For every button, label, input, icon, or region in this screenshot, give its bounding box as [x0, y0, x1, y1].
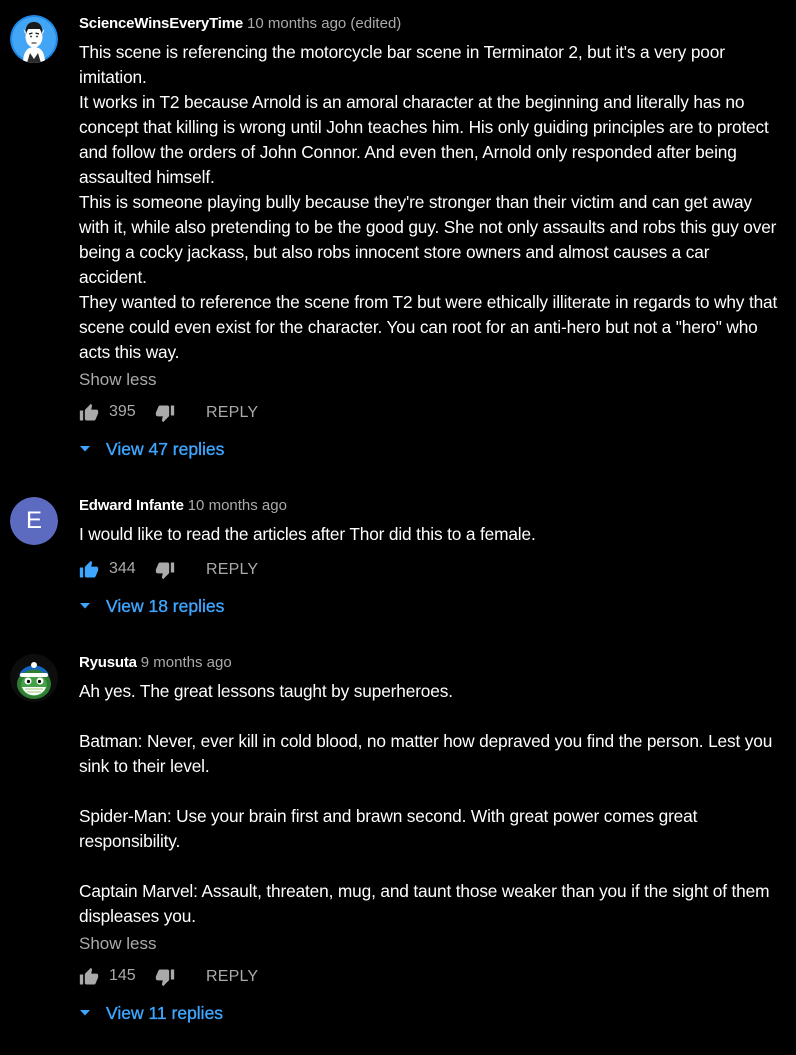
- comment-header: ScienceWinsEveryTime 10 months ago (edite…: [79, 13, 779, 35]
- comment-text: Ah yes. The great lessons taught by supe…: [79, 679, 779, 929]
- comment-timestamp[interactable]: 9 months ago: [141, 654, 232, 671]
- comment-actions: 344 REPLY: [79, 558, 779, 584]
- reply-button[interactable]: REPLY: [206, 402, 258, 424]
- view-replies-button[interactable]: View 18 replies: [79, 593, 779, 619]
- view-replies-button[interactable]: View 47 replies: [79, 436, 779, 462]
- comment-body: ScienceWinsEveryTime 10 months ago (edite…: [79, 13, 779, 462]
- thumbs-down-icon[interactable]: [155, 560, 175, 580]
- caret-down-icon: [80, 446, 90, 452]
- thumbs-up-icon[interactable]: [79, 967, 99, 987]
- like-count: 145: [109, 967, 136, 984]
- comment-body: Ryusuta 9 months ago Ah yes. The great le…: [79, 652, 779, 1026]
- comment-paragraph: This is someone playing bully because th…: [79, 192, 777, 287]
- thumbs-down-icon[interactable]: [155, 403, 175, 423]
- thumbs-up-icon[interactable]: [79, 403, 99, 423]
- reply-button[interactable]: REPLY: [206, 966, 258, 988]
- comment-header: Ryusuta 9 months ago: [79, 652, 779, 674]
- avatar[interactable]: E: [10, 497, 58, 545]
- like-count: 344: [109, 560, 136, 577]
- avatar[interactable]: [10, 15, 58, 63]
- reply-button[interactable]: REPLY: [206, 559, 258, 581]
- comment-timestamp[interactable]: 10 months ago: [188, 497, 287, 514]
- comment-actions: 395 REPLY: [79, 401, 779, 427]
- view-replies-button[interactable]: View 11 replies: [79, 1000, 779, 1026]
- comment-timestamp[interactable]: 10 months ago (edited): [247, 15, 401, 32]
- view-replies-label: View 18 replies: [106, 596, 225, 616]
- avatar-letter: E: [25, 507, 42, 534]
- like-count: 395: [109, 403, 136, 420]
- caret-down-icon: [80, 1010, 90, 1016]
- grinning-mascot-avatar-icon: [10, 654, 58, 702]
- comment-paragraph: They wanted to reference the scene from …: [79, 292, 778, 362]
- comment-paragraph: This scene is referencing the motorcycle…: [79, 42, 725, 87]
- thumbs-down-icon[interactable]: [155, 967, 175, 987]
- show-less-button[interactable]: Show less: [79, 931, 779, 956]
- comment-text: I would like to read the articles after …: [79, 522, 779, 547]
- comment-header: Edward Infante 10 months ago: [79, 495, 779, 517]
- caret-down-icon: [80, 603, 90, 609]
- comment-paragraph: Captain Marvel: Assault, threaten, mug, …: [79, 881, 770, 926]
- thumbs-up-icon[interactable]: [79, 560, 99, 580]
- view-replies-label: View 47 replies: [106, 439, 225, 459]
- show-less-button[interactable]: Show less: [79, 367, 779, 392]
- spock-avatar-icon: [10, 15, 58, 63]
- comment-actions: 145 REPLY: [79, 965, 779, 991]
- view-replies-label: View 11 replies: [106, 1003, 224, 1023]
- comment-paragraph: It works in T2 because Arnold is an amor…: [79, 92, 769, 187]
- comment-paragraph: Batman: Never, ever kill in cold blood, …: [79, 731, 773, 776]
- comment-paragraph: I would like to read the articles after …: [79, 524, 536, 544]
- comment-author[interactable]: Edward Infante: [79, 497, 184, 514]
- comment-body: Edward Infante 10 months ago I would like…: [79, 495, 779, 619]
- comment-text: This scene is referencing the motorcycle…: [79, 40, 779, 365]
- comment-paragraph: Spider-Man: Use your brain first and bra…: [79, 806, 698, 851]
- comment-paragraph: Ah yes. The great lessons taught by supe…: [79, 681, 453, 701]
- avatar[interactable]: [10, 654, 58, 702]
- comment-author[interactable]: ScienceWinsEveryTime: [79, 15, 243, 32]
- comment-author[interactable]: Ryusuta: [79, 654, 137, 671]
